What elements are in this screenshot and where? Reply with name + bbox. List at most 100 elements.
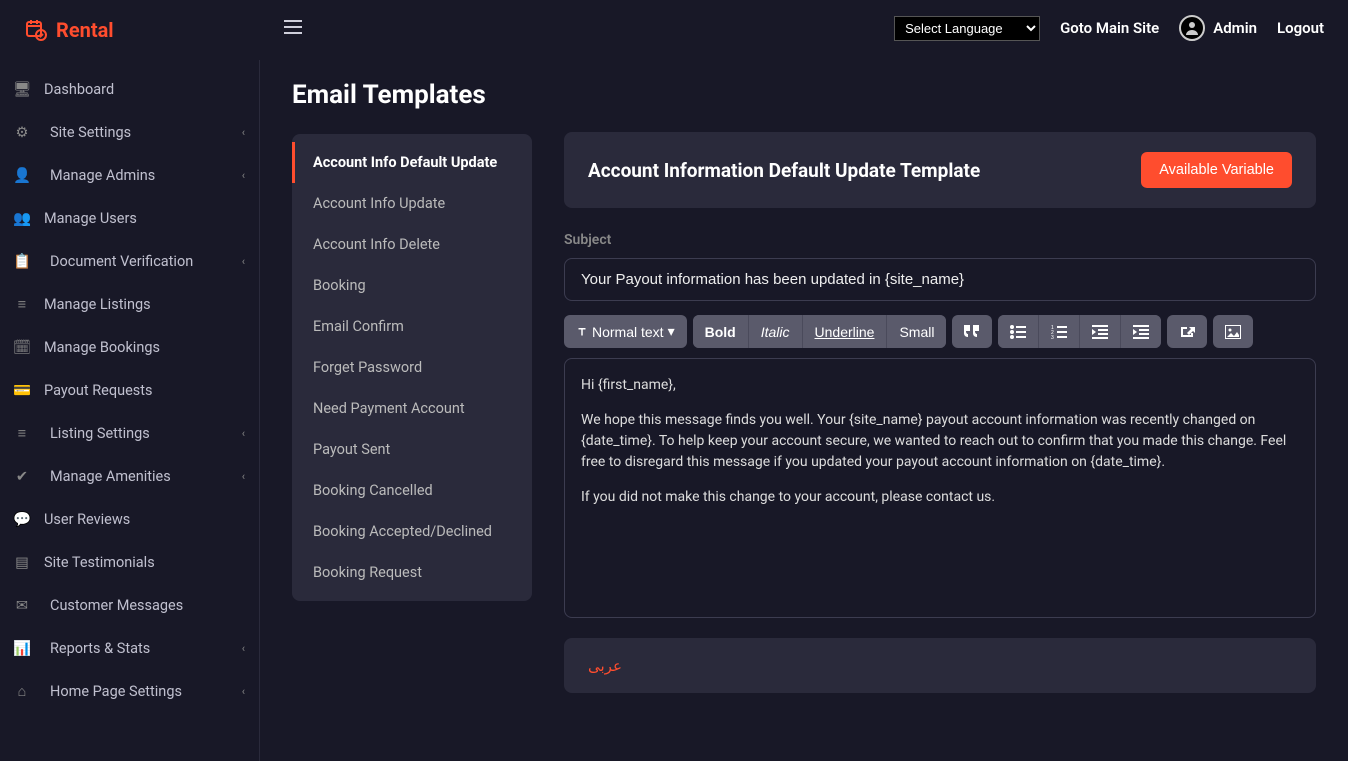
sidebar-item-document-verification[interactable]: 📋 Document Verification ‹ xyxy=(0,240,259,283)
chevron-left-icon: ‹ xyxy=(242,255,245,268)
home-icon: ⌂ xyxy=(14,683,30,700)
msg-icon: ✉ xyxy=(14,597,30,614)
goto-main-site-link[interactable]: Goto Main Site xyxy=(1060,19,1159,37)
template-item[interactable]: Booking Accepted/Declined xyxy=(292,511,532,552)
template-item[interactable]: Payout Sent xyxy=(292,429,532,470)
chevron-left-icon: ‹ xyxy=(242,685,245,698)
sidebar-item-label: Listing Settings xyxy=(50,425,150,442)
svg-text:3: 3 xyxy=(1051,335,1054,339)
sidebar-item-label: Home Page Settings xyxy=(50,683,182,700)
subject-label: Subject xyxy=(564,232,1316,248)
available-variable-button[interactable]: Available Variable xyxy=(1141,152,1292,188)
editor-body[interactable]: Hi {first_name}, We hope this message fi… xyxy=(564,358,1316,618)
sidebar-item-manage-admins[interactable]: 👤Manage Admins‹ xyxy=(0,154,259,197)
editor-paragraph: If you did not make this change to your … xyxy=(581,487,1299,508)
template-item[interactable]: Account Info Delete xyxy=(292,224,532,265)
export-icon xyxy=(1179,325,1195,339)
sidebar-item-dashboard[interactable]: 🖥 Dashboard xyxy=(0,68,259,111)
language-select[interactable]: Select Language xyxy=(894,16,1040,41)
template-item[interactable]: Booking Cancelled xyxy=(292,470,532,511)
sidebar-item-listing-settings[interactable]: ≡ Listing Settings ‹ xyxy=(0,412,259,455)
sliders-icon: ≡ xyxy=(14,425,30,442)
indent-button[interactable] xyxy=(1121,315,1161,348)
check-icon: ✔ xyxy=(14,468,30,485)
template-item[interactable]: Booking Request xyxy=(292,552,532,593)
user-name: Admin xyxy=(1213,19,1257,37)
users-icon: 👥 xyxy=(14,210,30,227)
sidebar-item-label: Customer Messages xyxy=(50,597,183,614)
small-button[interactable]: Small xyxy=(887,315,946,348)
template-item[interactable]: Account Info Default Update xyxy=(292,142,532,183)
brand-name: Rental xyxy=(56,18,114,42)
template-item[interactable]: Need Payment Account xyxy=(292,388,532,429)
user-menu[interactable]: Admin xyxy=(1179,15,1257,41)
sidebar-item-label: User Reviews xyxy=(44,511,130,528)
sidebar-item-manage-listings[interactable]: ≡ Manage Listings xyxy=(0,283,259,326)
sidebar-item-home-page-settings[interactable]: ⌂ Home Page Settings ‹ xyxy=(0,670,259,713)
subject-input[interactable] xyxy=(564,258,1316,301)
underline-button[interactable]: Underline xyxy=(803,315,888,348)
sidebar-item-manage-bookings[interactable]: 🗓 Manage Bookings xyxy=(0,326,259,369)
template-item[interactable]: Forget Password xyxy=(292,347,532,388)
bold-button[interactable]: Bold xyxy=(693,315,749,348)
indent-icon xyxy=(1133,325,1149,339)
template-item[interactable]: Account Info Update xyxy=(292,183,532,224)
outdent-button[interactable] xyxy=(1080,315,1121,348)
quote-icon: ▤ xyxy=(14,554,30,571)
sidebar-item-label: Site Testimonials xyxy=(44,554,155,571)
sidebar-item-label: Manage Bookings xyxy=(44,339,160,356)
outdent-icon xyxy=(1092,325,1108,339)
editor-paragraph: Hi {first_name}, xyxy=(581,375,1299,396)
image-icon xyxy=(1225,325,1241,339)
export-button[interactable] xyxy=(1167,315,1207,348)
language-section-arabic[interactable]: عربى xyxy=(564,638,1316,693)
sidebar-item-manage-amenities[interactable]: ✔ Manage Amenities ‹ xyxy=(0,455,259,498)
avatar-icon xyxy=(1179,15,1205,41)
quote-button[interactable] xyxy=(952,315,992,348)
sidebar-item-label: Reports & Stats xyxy=(50,640,150,657)
sidebar-item-label: Dashboard xyxy=(44,81,114,98)
editor-paragraph: We hope this message finds you well. You… xyxy=(581,410,1299,473)
sidebar-nav: 🖥Dashboard⚙Site Settings‹👤Manage Admins‹… xyxy=(0,60,260,761)
chevron-left-icon: ‹ xyxy=(242,427,245,440)
chevron-left-icon: ‹ xyxy=(242,470,245,483)
logout-link[interactable]: Logout xyxy=(1277,19,1324,37)
unordered-list-button[interactable] xyxy=(998,315,1039,348)
sidebar-item-customer-messages[interactable]: ✉ Customer Messages xyxy=(0,584,259,627)
chart-icon: 📊 xyxy=(14,640,30,657)
template-header-title: Account Information Default Update Templ… xyxy=(588,159,980,182)
format-dropdown[interactable]: Normal text ▾ xyxy=(564,315,687,348)
list-icon: ≡ xyxy=(14,296,30,313)
ordered-list-button[interactable]: 123 xyxy=(1039,315,1080,348)
editor-toolbar: Normal text ▾ Bold Italic Underline Smal… xyxy=(564,315,1316,348)
doc-icon: 📋 xyxy=(14,253,30,270)
card-icon: 💳 xyxy=(14,382,30,399)
sidebar-item-site-testimonials[interactable]: ▤ Site Testimonials xyxy=(0,541,259,584)
sidebar-item-label: Manage Amenities xyxy=(50,468,171,485)
italic-button[interactable]: Italic xyxy=(749,315,803,348)
page-title: Email Templates xyxy=(292,80,532,110)
sidebar-item-manage-users[interactable]: 👥Manage Users xyxy=(0,197,259,240)
sidebar-item-reports-&-stats[interactable]: 📊 Reports & Stats ‹ xyxy=(0,627,259,670)
list-ol-icon: 123 xyxy=(1051,325,1067,339)
sidebar-item-label: Manage Listings xyxy=(44,296,151,313)
sidebar-item-user-reviews[interactable]: 💬User Reviews xyxy=(0,498,259,541)
calendar-check-icon xyxy=(24,18,48,42)
chevron-left-icon: ‹ xyxy=(242,642,245,655)
template-item[interactable]: Booking xyxy=(292,265,532,306)
template-list: Account Info Default UpdateAccount Info … xyxy=(292,134,532,601)
chevron-left-icon: ‹ xyxy=(242,169,245,182)
menu-toggle-icon[interactable] xyxy=(284,18,302,39)
sidebar-item-payout-requests[interactable]: 💳Payout Requests xyxy=(0,369,259,412)
sidebar-item-label: Site Settings xyxy=(50,124,131,141)
gear-icon: ⚙ xyxy=(14,124,30,141)
image-button[interactable] xyxy=(1213,315,1253,348)
calendar-icon: 🗓 xyxy=(14,339,30,356)
admin-icon: 👤 xyxy=(14,167,30,184)
sidebar-item-label: Document Verification xyxy=(50,253,193,270)
template-item[interactable]: Email Confirm xyxy=(292,306,532,347)
sidebar-item-site-settings[interactable]: ⚙Site Settings‹ xyxy=(0,111,259,154)
brand-logo[interactable]: Rental xyxy=(0,0,260,60)
monitor-icon: 🖥 xyxy=(14,81,30,98)
topbar: Select Language Goto Main Site Admin Log… xyxy=(260,0,1348,56)
